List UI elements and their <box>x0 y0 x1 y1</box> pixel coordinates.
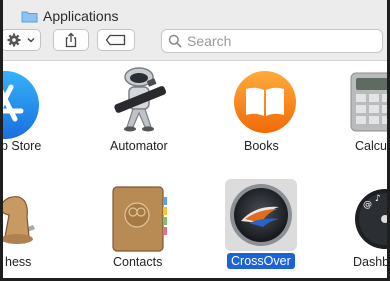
search-icon <box>168 34 182 48</box>
action-menu-button[interactable] <box>3 29 41 51</box>
automator-robot-icon <box>114 67 167 132</box>
books-item[interactable] <box>232 69 298 135</box>
app-label-dashboard: Dashb <box>353 255 390 269</box>
crossover-icon <box>230 184 292 246</box>
app-label-chess: hess <box>5 255 32 269</box>
window-title-text: Applications <box>43 8 119 24</box>
toolbar: Applications Search <box>3 0 387 61</box>
chess-item[interactable] <box>3 185 43 251</box>
search-field[interactable]: Search <box>161 29 383 53</box>
calculator-icon <box>350 72 387 132</box>
finder-window: Applications Search p Store Automator Bo… <box>0 0 390 281</box>
dashboard-item[interactable]: @ ♪ <box>353 187 387 251</box>
automator-item[interactable] <box>103 65 175 137</box>
search-placeholder: Search <box>187 33 232 49</box>
chevron-down-icon <box>27 38 34 43</box>
app-label-automator: Automator <box>110 139 168 153</box>
svg-text:@: @ <box>363 200 372 210</box>
share-button[interactable] <box>53 29 89 51</box>
app-store-icon <box>3 71 39 139</box>
crossover-item[interactable] <box>229 183 293 247</box>
app-label-app-store: p Store <box>1 139 42 153</box>
app-label-books: Books <box>244 139 279 153</box>
app-label-contacts: Contacts <box>113 255 163 269</box>
app-grid: p Store Automator Books Calcul hess Cont… <box>1 61 390 278</box>
folder-icon <box>21 11 38 22</box>
calculator-item[interactable] <box>349 69 387 135</box>
gear-icon <box>7 33 20 47</box>
dashboard-gauge-icon: @ ♪ <box>355 189 387 249</box>
window-title: Applications <box>21 8 119 24</box>
share-icon <box>65 32 77 48</box>
app-store-item[interactable] <box>3 69 41 141</box>
app-label-calculator: Calcul <box>355 139 390 153</box>
contacts-book-icon <box>112 186 167 252</box>
books-icon <box>234 71 296 133</box>
tag-icon <box>105 34 126 46</box>
contacts-item[interactable] <box>109 185 169 253</box>
app-label-crossover: CrossOver <box>227 253 295 269</box>
tags-button[interactable] <box>97 29 135 51</box>
chess-knight-icon <box>3 196 35 244</box>
svg-text:♪: ♪ <box>375 194 381 204</box>
